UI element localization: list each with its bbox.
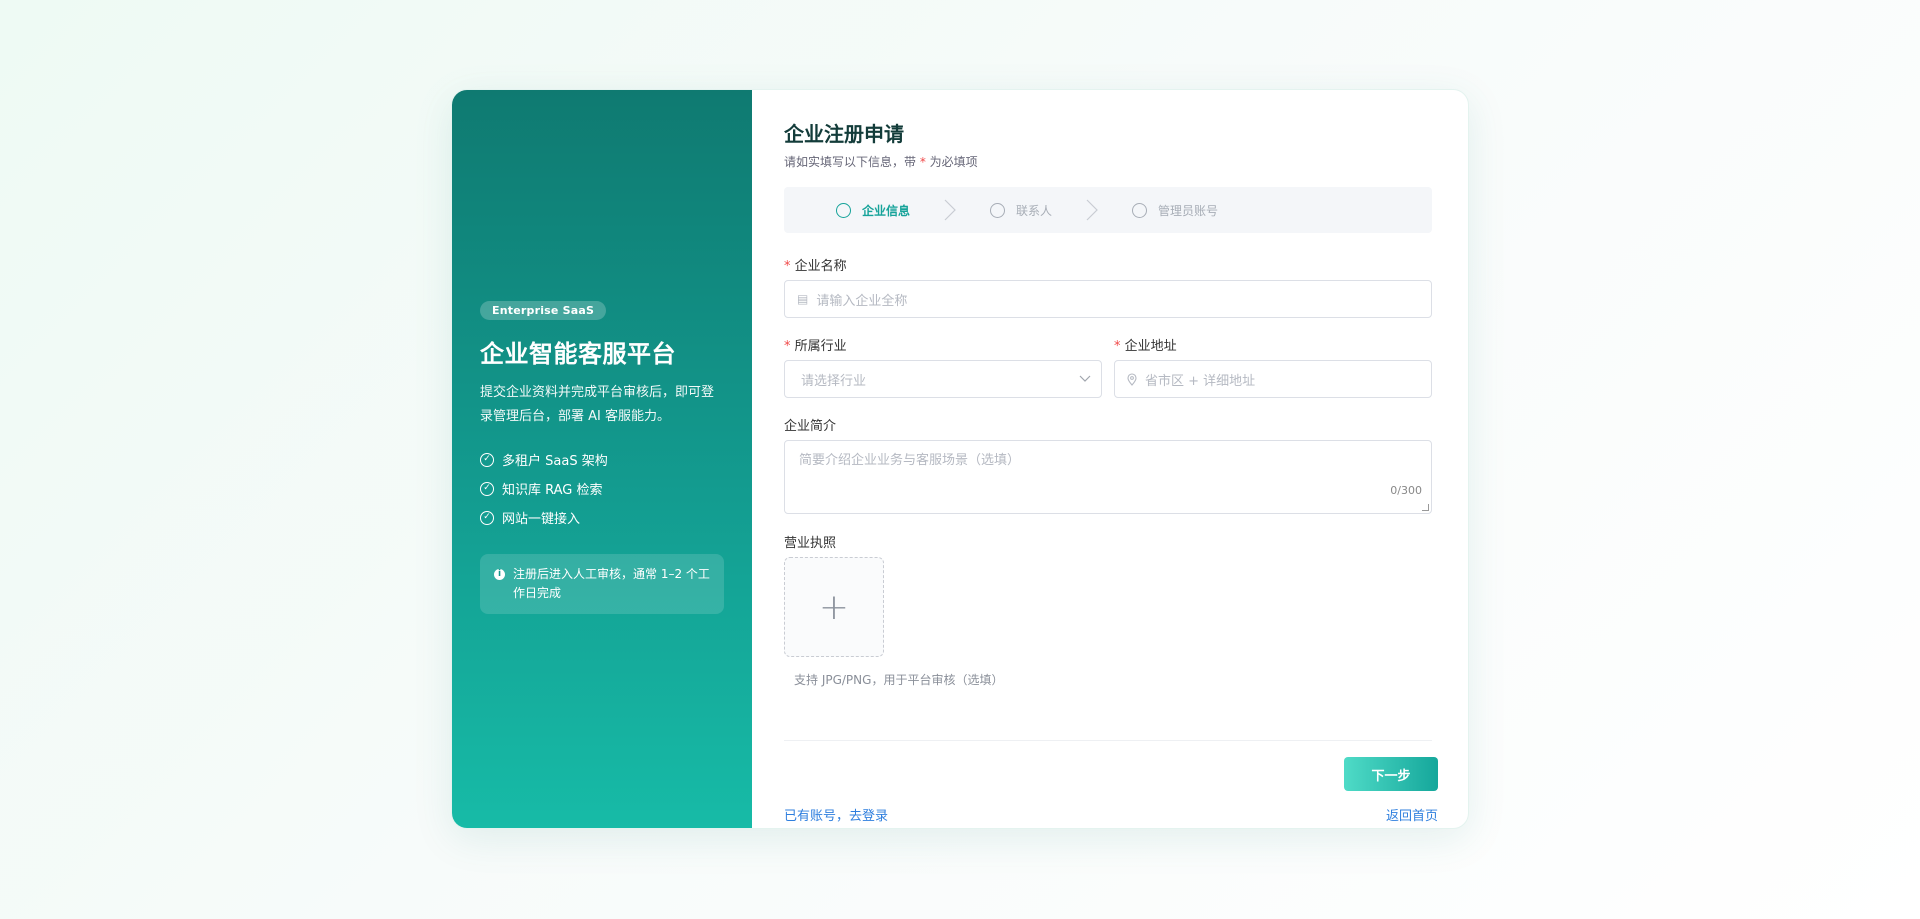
info-icon: i: [494, 569, 505, 580]
form-title: 企业注册申请: [784, 122, 904, 146]
feature-list: ✓ 多租户 SaaS 架构 ✓ 知识库 RAG 检索 ✓ 网站一键接入: [480, 445, 724, 532]
step-circle-icon: [990, 202, 1006, 218]
industry-select[interactable]: 请选择行业: [784, 360, 1102, 398]
form-subtitle: 请如实填写以下信息，带 * 为必填项: [784, 153, 1432, 170]
step-contact: 联系人: [990, 202, 1052, 219]
step-circle-icon: [1132, 202, 1148, 218]
plus-icon: +: [818, 586, 850, 628]
login-link[interactable]: 已有账号，去登录: [784, 805, 888, 824]
brand-panel: Enterprise SaaS 企业智能客服平台 提交企业资料并完成平台审核后，…: [452, 90, 752, 828]
location-pin-icon: [1127, 372, 1137, 386]
enterprise-badge: Enterprise SaaS: [480, 301, 607, 320]
feature-item: ✓ 多租户 SaaS 架构: [480, 445, 724, 474]
industry-placeholder: 请选择行业: [801, 373, 867, 389]
chevron-right-icon: [1052, 199, 1132, 221]
feature-label: 网站一键接入: [502, 512, 581, 527]
industry-label: * 所属行业: [784, 339, 847, 354]
chevron-right-icon: [910, 199, 990, 221]
review-notice: i 注册后进入人工审核，通常 1–2 个工作日完成: [480, 554, 724, 614]
license-upload[interactable]: +: [784, 557, 884, 657]
brand-description: 提交企业资料并完成平台审核后，即可登录管理后台，部署 AI 客服能力。: [480, 385, 715, 424]
subtitle-text: 请如实填写以下信息，带: [784, 155, 920, 169]
company-name-input[interactable]: ▤ 请输入企业全称: [784, 280, 1432, 318]
check-circle-icon: ✓: [480, 510, 494, 525]
feature-item: ✓ 网站一键接入: [480, 503, 724, 532]
address-placeholder: 省市区 + 详细地址: [1145, 373, 1256, 389]
brand-title: 企业智能客服平台: [480, 340, 676, 368]
company-name-label: * 企业名称: [784, 259, 847, 274]
step-label: 联系人: [1016, 203, 1053, 218]
intro-placeholder: 简要介绍企业业务与客服场景（选填）: [799, 453, 1021, 468]
license-group: 营业执照 + 支持 JPG/PNG，用于平台审核（选填）: [784, 532, 1432, 688]
form-panel: 企业注册申请 请如实填写以下信息，带 * 为必填项 企业信息 联系人 管理员账号…: [752, 90, 1468, 828]
feature-label: 知识库 RAG 检索: [502, 483, 603, 498]
registration-card: Enterprise SaaS 企业智能客服平台 提交企业资料并完成平台审核后，…: [451, 89, 1469, 829]
address-label: * 企业地址: [1114, 339, 1177, 354]
step-company-info: 企业信息: [836, 202, 910, 219]
chevron-down-icon: [1079, 375, 1091, 382]
divider: [784, 740, 1432, 741]
building-icon: ▤: [797, 292, 809, 306]
step-admin-account: 管理员账号: [1132, 202, 1218, 219]
char-counter: 0/300: [1390, 484, 1422, 497]
step-label: 企业信息: [862, 203, 911, 218]
check-circle-icon: ✓: [480, 452, 494, 467]
license-hint: 支持 JPG/PNG，用于平台审核（选填）: [794, 673, 1004, 687]
feature-label: 多租户 SaaS 架构: [502, 454, 608, 469]
check-circle-icon: ✓: [480, 481, 494, 496]
industry-group: * 所属行业 请选择行业: [784, 335, 1102, 398]
resize-handle[interactable]: [1422, 504, 1429, 511]
step-circle-icon: [836, 202, 851, 218]
steps-bar: 企业信息 联系人 管理员账号: [784, 187, 1432, 233]
feature-item: ✓ 知识库 RAG 检索: [480, 474, 724, 503]
intro-group: 企业简介 简要介绍企业业务与客服场景（选填） 0/300: [784, 415, 1432, 514]
subtitle-text: 为必填项: [925, 155, 978, 169]
license-label: 营业执照: [784, 536, 837, 551]
company-name-placeholder: 请输入企业全称: [816, 293, 908, 309]
company-name-group: * 企业名称 ▤ 请输入企业全称: [784, 255, 1432, 318]
next-step-button[interactable]: 下一步: [1344, 757, 1438, 791]
home-link[interactable]: 返回首页: [1386, 805, 1438, 824]
address-group: * 企业地址 省市区 + 详细地址: [1114, 335, 1432, 398]
address-input[interactable]: 省市区 + 详细地址: [1114, 360, 1432, 398]
review-notice-text: 注册后进入人工审核，通常 1–2 个工作日完成: [513, 567, 710, 600]
intro-textarea[interactable]: 简要介绍企业业务与客服场景（选填） 0/300: [784, 440, 1432, 514]
step-label: 管理员账号: [1158, 203, 1219, 218]
intro-label: 企业简介: [784, 419, 837, 434]
